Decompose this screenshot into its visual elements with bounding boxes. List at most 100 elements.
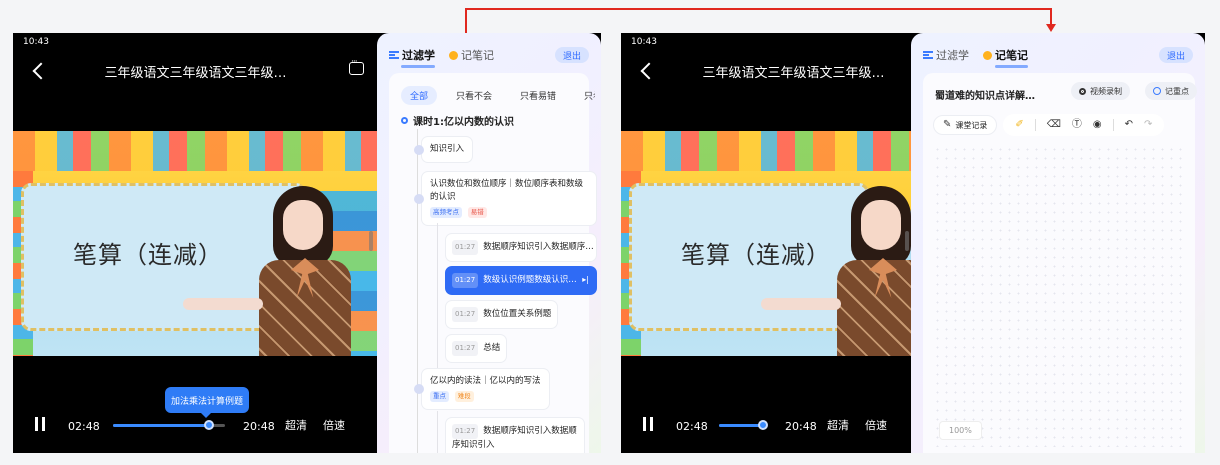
progress-knob[interactable] [204, 420, 215, 430]
ring-icon [401, 117, 408, 124]
node-section-2-label: 亿以内的读法｜亿以内的写法 [430, 376, 541, 386]
node-section-1[interactable]: 认识数位和数位顺序｜数位顺序表和数级的认识 高频考点 易错 [414, 171, 597, 226]
total-time: 20:48 [243, 420, 275, 433]
node-sub-4-label: 总结 [483, 343, 501, 353]
speed-button[interactable]: 倍速 [323, 417, 345, 433]
quality-button[interactable]: 超清 [827, 417, 849, 433]
status-time: 10:43 [23, 37, 49, 47]
sub-tree-line-2 [437, 411, 438, 453]
decor-blocks [621, 131, 911, 171]
annotation-arrow-head [1046, 24, 1056, 32]
node-sub-3[interactable]: 01:27 数位位置关系例题 [445, 300, 559, 329]
decor-blocks [13, 131, 378, 171]
speed-button[interactable]: 倍速 [865, 417, 887, 433]
node-sub-5[interactable]: 01:27 数据顺序知识引入数据顺序知识引入 [445, 417, 585, 453]
node-sub-2-selected[interactable]: 01:27 数级认识例题数级认识… ▸| [445, 266, 597, 295]
tab-filter[interactable]: 过滤学 [389, 47, 435, 68]
class-record-button[interactable]: ✎ 课堂记录 [933, 115, 998, 135]
camera-icon[interactable]: ◉ [1093, 120, 1102, 130]
tab-filter[interactable]: 过滤学 [923, 47, 969, 63]
note-canvas[interactable] [933, 145, 1185, 447]
list-icon [923, 51, 933, 59]
undo-icon[interactable]: ↶ [1125, 120, 1133, 130]
eraser-icon[interactable]: ⌫ [1047, 120, 1061, 130]
status-time: 10:43 [631, 37, 657, 47]
timestamp-badge: 01:27 [452, 307, 479, 322]
mark-point-label: 记重点 [1165, 86, 1189, 96]
class-record-label: 课堂记录 [955, 120, 988, 130]
node-intro[interactable]: 知识引入 [414, 136, 474, 163]
exit-button[interactable]: 退出 [555, 47, 589, 63]
teacher-figure [183, 186, 363, 356]
node-section-1-label: 认识数位和数位顺序｜数位顺序表和数级的认识 [430, 179, 584, 202]
tab-notes[interactable]: 记笔记 [449, 47, 494, 63]
exit-button[interactable]: 退出 [1159, 47, 1193, 63]
tag-key: 重点 [430, 391, 449, 402]
tab-notes-label: 记笔记 [995, 49, 1028, 62]
back-icon[interactable] [640, 62, 658, 80]
text-tool-icon[interactable]: Ⓣ [1072, 120, 1082, 130]
timestamp-badge: 01:27 [452, 341, 479, 356]
highlighter-icon[interactable]: ✐ [1015, 120, 1023, 130]
panel-drag-handle[interactable] [905, 231, 909, 251]
lesson-title: 课时1:亿以内数的认识 [401, 113, 514, 128]
video-record-button[interactable]: 视频录制 [1071, 82, 1130, 100]
chip-error-prone[interactable]: 只看易错 [511, 86, 565, 105]
notes-title: 蜀道难的知识点详解… [935, 91, 1035, 102]
list-icon [389, 51, 399, 59]
video-frame: 笔算（连减） [621, 131, 911, 356]
progress-fill [719, 424, 764, 427]
chip-unknown[interactable]: 只看不会 [447, 86, 501, 105]
progress-bar[interactable] [113, 420, 225, 430]
node-sub-1[interactable]: 01:27 数据顺序知识引入数据顺序… [445, 233, 597, 262]
notes-card: 蜀道难的知识点详解… 视频录制 记重点 ✎ 课堂记录 ✐ ⌫ Ⓣ ◉ ↶ ↷ 1… [923, 73, 1197, 453]
progress-bar[interactable] [719, 420, 769, 430]
node-section-2[interactable]: 亿以内的读法｜亿以内的写法 重点 难段 [414, 368, 550, 410]
zoom-badge: 100% [939, 421, 982, 440]
node-sub-4[interactable]: 01:27 总结 [445, 334, 508, 363]
record-icon [1079, 87, 1086, 95]
tree-line [417, 129, 418, 453]
chip-all[interactable]: 全部 [401, 86, 438, 105]
tab-filter-label: 过滤学 [936, 49, 969, 62]
video-player[interactable]: 10:43 三年级语文三年级语文三年级… 笔算（连减） 02:48 20:48 … [621, 33, 911, 453]
redo-icon[interactable]: ↷ [1144, 120, 1152, 130]
pause-icon[interactable] [35, 417, 45, 431]
node-sub-2-label: 数级认识例题数级认识… [483, 275, 577, 285]
total-time: 20:48 [785, 420, 817, 433]
mark-icon [1153, 87, 1161, 95]
tag-hard: 难段 [454, 391, 474, 402]
video-player[interactable]: 10:43 三年级语文三年级语文三年级… 笔算（连减） 加法乘法计算例题 02:… [13, 33, 378, 453]
notes-panel: 过滤学 记笔记 退出 蜀道难的知识点详解… 视频录制 记重点 ✎ 课堂记录 ✐ … [911, 33, 1205, 453]
node-intro-label: 知识引入 [430, 144, 465, 154]
comment-icon[interactable] [349, 57, 364, 75]
sub-tree-line [437, 223, 438, 373]
board-text: 笔算（连减） [73, 241, 223, 269]
notes-toolbar: ✎ 课堂记录 ✐ ⌫ Ⓣ ◉ ↶ ↷ [933, 114, 1185, 136]
video-title: 三年级语文三年级语文三年级… [104, 66, 287, 81]
back-icon[interactable] [32, 62, 50, 80]
tag-error: 易错 [467, 207, 487, 218]
edit-icon: ✎ [943, 119, 952, 130]
panel-drag-handle[interactable] [369, 231, 373, 251]
board-text: 笔算（连减） [681, 241, 831, 269]
node-sub-1-label: 数据顺序知识引入数据顺序… [483, 242, 594, 252]
lesson-title-text: 课时1:亿以内数的认识 [413, 117, 514, 128]
annotation-arrow-line [465, 8, 1051, 10]
pause-icon[interactable] [643, 417, 653, 431]
seek-tooltip: 加法乘法计算例题 [165, 387, 249, 418]
drawing-tools: ✐ ⌫ Ⓣ ◉ ↶ ↷ [1003, 114, 1165, 136]
bulb-icon [983, 50, 992, 60]
progress-knob[interactable] [758, 420, 769, 430]
video-record-label: 视频录制 [1090, 86, 1122, 96]
tag-hot: 高频考点 [430, 207, 462, 218]
filter-chips: 全部 只看不会 只看易错 只看 [401, 86, 595, 105]
current-time: 02:48 [68, 420, 100, 433]
knowledge-tree-card: 全部 只看不会 只看易错 只看 课时1:亿以内数的认识 知识引入 认识数位和数位… [389, 73, 597, 453]
quality-button[interactable]: 超清 [285, 417, 307, 433]
filter-panel: 过滤学 记笔记 退出 全部 只看不会 只看易错 只看 课时1:亿以内数的认识 知… [377, 33, 601, 453]
tab-notes[interactable]: 记笔记 [983, 47, 1028, 68]
chip-more[interactable]: 只看 [575, 86, 595, 105]
mark-point-button[interactable]: 记重点 [1145, 82, 1197, 100]
node-sub-3-label: 数位位置关系例题 [483, 309, 552, 319]
